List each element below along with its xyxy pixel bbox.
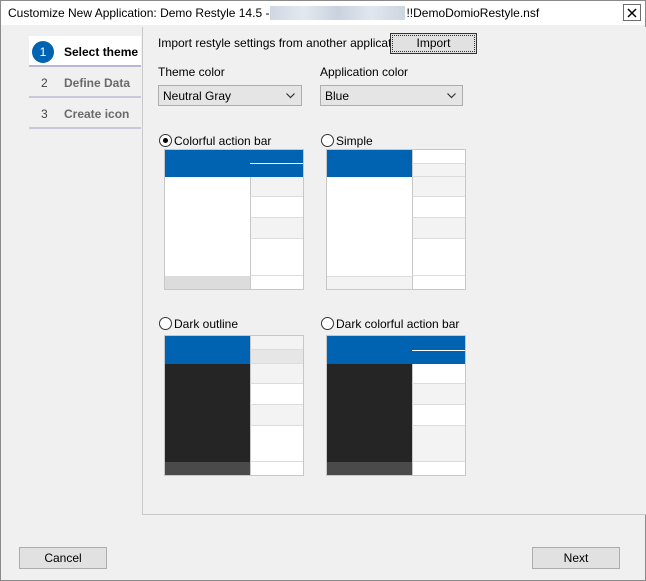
import-label: Import restyle settings from another app… <box>158 36 408 50</box>
close-icon <box>627 8 637 18</box>
layout-label: Dark outline <box>174 317 239 331</box>
radio-dot <box>163 138 168 143</box>
layout-label: Simple <box>336 134 373 148</box>
step-select-theme[interactable]: 1 Select theme <box>29 36 141 67</box>
title-suffix: !!DemoDomioRestyle.nsf <box>406 6 540 20</box>
theme-panel: Import restyle settings from another app… <box>142 27 646 515</box>
step-label: Select theme <box>64 45 139 59</box>
import-button[interactable]: Import <box>390 33 477 54</box>
preview-simple[interactable] <box>326 149 466 290</box>
chevron-down-icon <box>447 93 456 99</box>
cancel-button[interactable]: Cancel <box>19 547 107 569</box>
chevron-down-icon <box>286 93 295 99</box>
application-color-label: Application color <box>320 65 409 79</box>
radio-simple[interactable] <box>321 134 334 147</box>
theme-color-label: Theme color <box>158 65 225 79</box>
radio-colorful-action-bar[interactable] <box>159 134 172 147</box>
close-button[interactable] <box>623 4 641 21</box>
step-label: Create icon <box>64 107 130 121</box>
application-color-select[interactable]: Blue <box>320 85 463 106</box>
layout-label: Colorful action bar <box>174 134 272 148</box>
next-button[interactable]: Next <box>532 547 620 569</box>
theme-color-select[interactable]: Neutral Gray <box>158 85 302 106</box>
preview-dark-outline[interactable] <box>164 335 304 476</box>
wizard-steps: 1 Select theme 2 Define Data 3 Create ic… <box>29 36 141 129</box>
radio-dark-outline[interactable] <box>159 317 172 330</box>
preview-colorful-action-bar[interactable] <box>164 149 304 290</box>
redacted-path <box>270 6 406 20</box>
application-color-value: Blue <box>325 89 350 103</box>
step-number-badge: 1 <box>32 41 54 63</box>
preview-dark-colorful-action-bar[interactable] <box>326 335 466 476</box>
window-title: Customize New Application: Demo Restyle … <box>8 6 539 20</box>
step-number: 3 <box>41 107 48 121</box>
theme-color-value: Neutral Gray <box>163 89 232 103</box>
dialog-window: Customize New Application: Demo Restyle … <box>0 0 646 581</box>
step-create-icon[interactable]: 3 Create icon <box>29 98 141 129</box>
step-label: Define Data <box>64 76 131 90</box>
step-number: 2 <box>41 76 48 90</box>
title-bar: Customize New Application: Demo Restyle … <box>1 1 645 25</box>
step-define-data[interactable]: 2 Define Data <box>29 67 141 98</box>
radio-dark-colorful-action-bar[interactable] <box>321 317 334 330</box>
title-prefix: Customize New Application: Demo Restyle … <box>8 6 270 20</box>
layout-label: Dark colorful action bar <box>336 317 460 331</box>
